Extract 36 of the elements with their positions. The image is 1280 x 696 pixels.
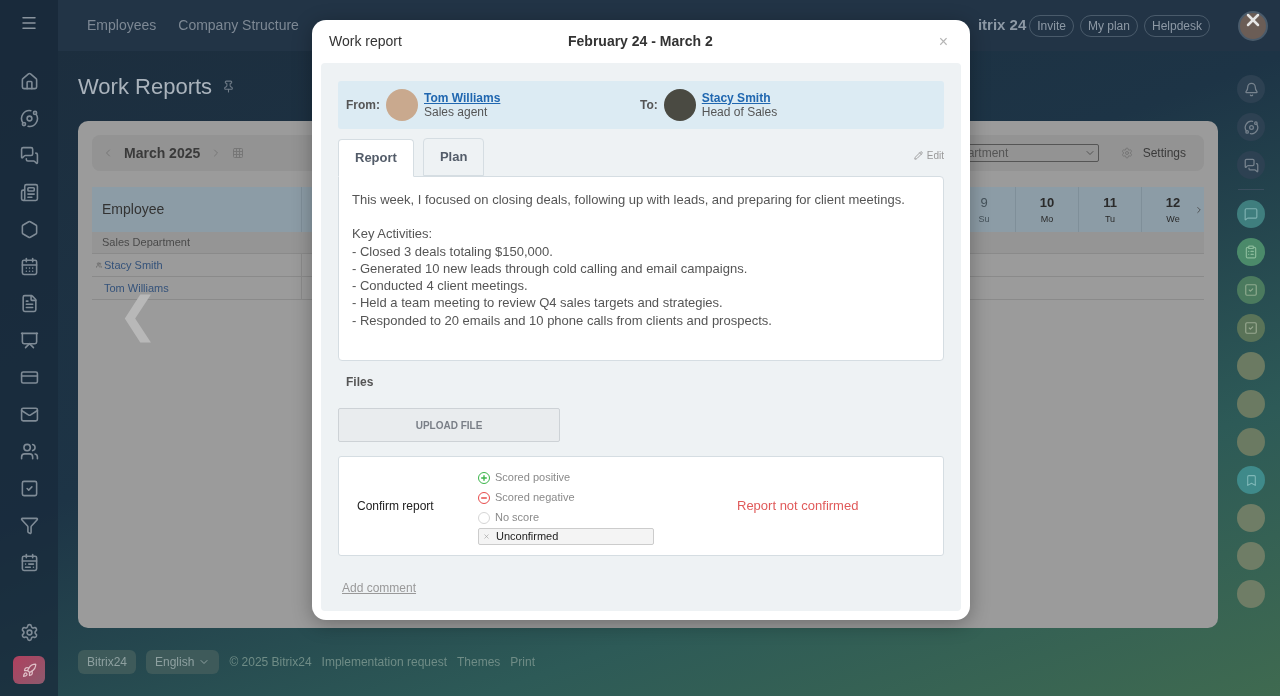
top-tab[interactable]: Company Structure — [178, 15, 299, 36]
dialog-title: Work report — [329, 32, 402, 51]
add-comment-link[interactable]: Add comment — [342, 579, 417, 597]
score-option[interactable]: Scored positive — [495, 469, 571, 486]
employee-link[interactable]: Tom Williams — [104, 279, 169, 297]
status-select[interactable]: Unconfirmed — [478, 527, 654, 545]
footer-link[interactable]: Implementation request — [321, 653, 447, 671]
edit-link[interactable]: Edit — [926, 147, 944, 163]
dialog-tab[interactable]: Plan — [422, 138, 485, 176]
person-link[interactable]: Stacy Smith — [701, 91, 778, 105]
report-period: February 24 - March 2 — [568, 32, 713, 51]
footer-link[interactable]: Themes — [457, 653, 501, 671]
logo: itrix 24 — [977, 15, 1027, 36]
settings-label[interactable]: Settings — [1142, 144, 1186, 162]
footer-link[interactable]: Print — [510, 653, 536, 671]
footer-logo[interactable]: Bitrix24 — [78, 650, 136, 674]
confirm-label: Confirm report — [357, 498, 435, 515]
month-label: March 2025 — [124, 143, 201, 163]
copyright: © 2025 Bitrix24 — [229, 654, 312, 671]
dialog-tab[interactable]: Report — [338, 139, 414, 177]
person-role: Head of Sales — [701, 105, 778, 119]
language-select[interactable]: English — [146, 650, 220, 674]
confirm-status: Report not confirmed — [737, 497, 859, 516]
score-option[interactable]: Scored negative — [495, 489, 575, 506]
upload-file-button[interactable]: UPLOAD FILE — [338, 408, 560, 442]
page-title: Work Reports — [78, 72, 213, 101]
report-text: This week, I focused on closing deals, following up with leads, and preparing for client meetings. Key Activities: - Closed 3 deals totaling $150,000. - Generated 10 new leads through cold calling and email campaigns. - Conducted 4 client meetings. - Held a team meeting to review Q4 sales targets and strategies. - Responded to 20 emails and 10 phone calls from clients and prospects. — [338, 176, 944, 361]
top-tab[interactable]: Employees — [87, 15, 157, 36]
person-label: From: — [346, 97, 380, 114]
close-button[interactable]: × — [938, 29, 948, 54]
employee-link[interactable]: Stacy Smith — [104, 256, 163, 274]
person-link[interactable]: Tom Williams — [424, 91, 501, 105]
files-label: Files — [346, 374, 375, 391]
person-role: Sales agent — [424, 105, 489, 119]
score-option[interactable]: No score — [495, 509, 540, 526]
person-label: To: — [640, 97, 658, 114]
